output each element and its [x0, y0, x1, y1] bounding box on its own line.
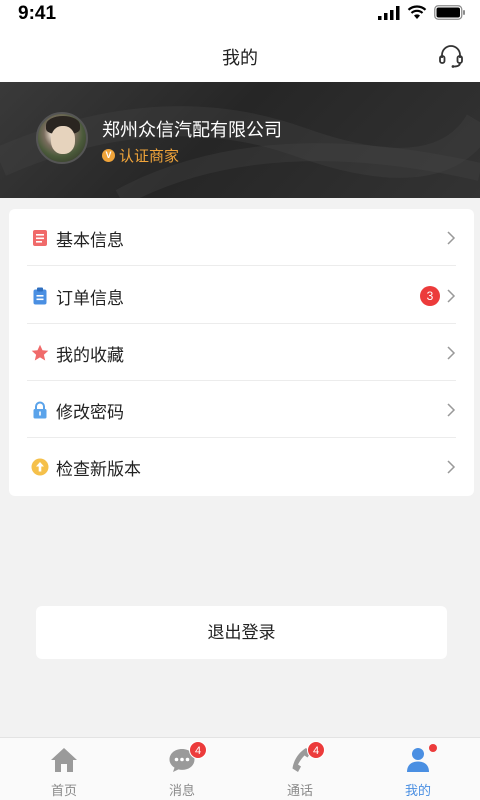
clipboard-icon — [33, 287, 47, 305]
menu-list: 基本信息 订单信息 3 我的收藏 修改密码 检查新版本 — [9, 209, 474, 496]
profile-header[interactable]: 郑州众信汽配有限公司 V 认证商家 — [0, 82, 480, 198]
chevron-right-icon — [447, 460, 456, 474]
chevron-right-icon — [447, 403, 456, 417]
tab-label: 我的 — [404, 783, 431, 798]
certification-label: 认证商家 — [119, 148, 180, 165]
menu-item-favorites[interactable]: 我的收藏 — [27, 324, 456, 381]
call-count-badge: 4 — [307, 741, 325, 759]
status-bar: 9:41 — [0, 0, 480, 30]
tab-home[interactable]: 首页 — [4, 738, 124, 800]
notification-dot — [429, 744, 437, 752]
certification-badge: V 认证商家 — [102, 145, 179, 166]
lock-icon — [33, 401, 47, 419]
tab-mine[interactable]: 我的 — [358, 738, 478, 800]
headset-icon[interactable] — [438, 43, 464, 69]
document-icon — [33, 230, 47, 246]
user-icon — [407, 748, 429, 772]
star-icon — [31, 344, 49, 361]
wifi-icon — [407, 5, 427, 19]
signal-icon — [378, 5, 400, 20]
chevron-right-icon — [447, 289, 456, 303]
message-count-badge: 4 — [189, 741, 207, 759]
logout-button[interactable]: 退出登录 — [36, 606, 447, 659]
menu-label: 基本信息 — [56, 231, 124, 250]
battery-icon — [434, 5, 465, 20]
tab-label: 消息 — [168, 783, 195, 798]
menu-item-check-update[interactable]: 检查新版本 — [27, 438, 456, 495]
upgrade-icon — [31, 458, 49, 476]
menu-item-basic-info[interactable]: 基本信息 — [27, 209, 456, 266]
menu-item-change-password[interactable]: 修改密码 — [27, 381, 456, 438]
menu-label: 检查新版本 — [56, 460, 141, 479]
tab-messages[interactable]: 4 消息 — [122, 738, 242, 800]
avatar[interactable] — [36, 112, 88, 164]
nav-bar: 我的 — [0, 30, 480, 82]
menu-label: 我的收藏 — [56, 346, 124, 365]
tab-calls[interactable]: 4 通话 — [240, 738, 360, 800]
status-icons — [378, 5, 466, 20]
menu-label: 修改密码 — [56, 403, 124, 422]
status-time: 9:41 — [18, 3, 57, 24]
home-icon — [51, 748, 77, 772]
company-name: 郑州众信汽配有限公司 — [102, 120, 282, 140]
menu-item-order-info[interactable]: 订单信息 3 — [27, 267, 456, 324]
chevron-right-icon — [447, 346, 456, 360]
order-count-badge: 3 — [420, 286, 440, 306]
verified-icon: V — [102, 149, 115, 162]
chevron-right-icon — [447, 231, 456, 245]
tab-label: 首页 — [50, 783, 77, 798]
page-title: 我的 — [222, 48, 258, 68]
tab-label: 通话 — [286, 783, 313, 798]
tab-bar: 首页 4 消息 4 通话 我的 — [0, 737, 480, 800]
menu-label: 订单信息 — [56, 289, 124, 308]
